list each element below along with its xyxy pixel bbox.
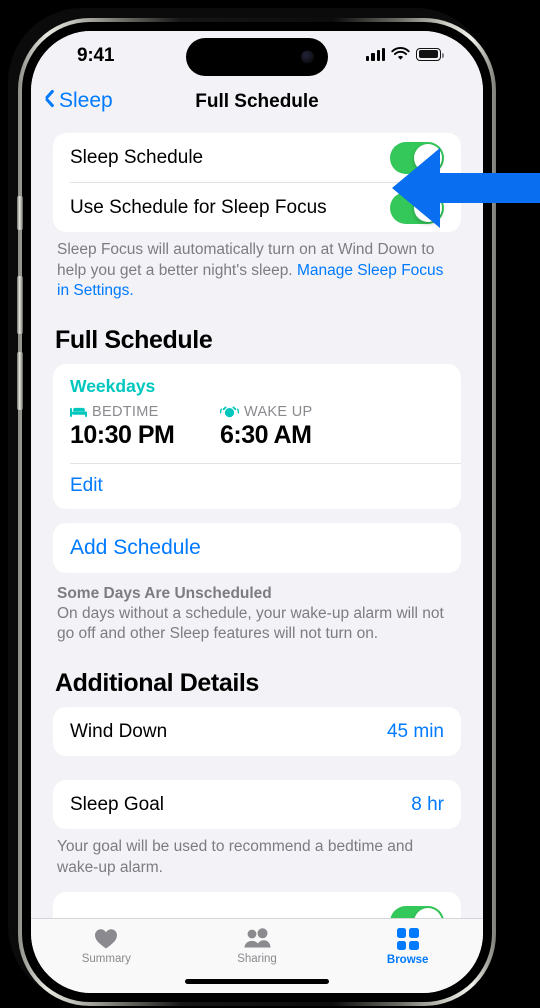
heart-icon [95, 929, 118, 949]
row-wind-down[interactable]: Wind Down 45 min [53, 707, 461, 756]
alarm-clock-icon [220, 406, 239, 418]
partially-visible-toggle[interactable] [390, 906, 444, 918]
status-bar-indicators [366, 47, 444, 61]
scroll-content[interactable]: Sleep Schedule Use Schedule for Sleep Fo… [31, 133, 483, 918]
tab-browse[interactable]: Browse [332, 928, 483, 966]
tab-summary-label: Summary [81, 953, 131, 965]
schedule-days-label: Weekdays [70, 375, 156, 396]
volume-up-button[interactable] [17, 276, 23, 334]
status-bar-time: 9:41 [77, 45, 115, 66]
row-use-schedule-for-sleep-focus[interactable]: Use Schedule for Sleep Focus [53, 183, 461, 232]
volume-down-button[interactable] [17, 352, 23, 410]
wakeup-label: WAKE UP [244, 403, 313, 420]
additional-details-section-title: Additional Details [55, 669, 259, 698]
wind-down-value: 45 min [386, 720, 444, 742]
phone-frame: 9:41 Sleep Full Schedule Sleep Schedule … [8, 8, 496, 1006]
sleep-goal-footnote: Your goal will be used to recommend a be… [57, 838, 414, 876]
battery-icon [416, 47, 444, 61]
weekdays-schedule-summary: Weekdays BEDTIME 10:30 PM WAKE UP 6:30 A… [53, 364, 461, 463]
phone-screen: 9:41 Sleep Full Schedule Sleep Schedule … [31, 31, 483, 993]
add-schedule-button[interactable]: Add Schedule [53, 523, 461, 573]
screenshot-root: 9:41 Sleep Full Schedule Sleep Schedule … [0, 0, 540, 1008]
tab-sharing-label: Sharing [237, 953, 277, 965]
wakeup-column: WAKE UP 6:30 AM [220, 404, 370, 450]
bed-icon [70, 408, 87, 418]
cellular-bars-icon [366, 47, 385, 61]
toggle-knob [414, 143, 442, 172]
sleep-focus-footnote: Sleep Focus will automatically turn on a… [57, 240, 457, 302]
wind-down-card: Wind Down 45 min [53, 707, 461, 757]
tab-summary[interactable]: Summary [31, 928, 182, 965]
row-sleep-goal[interactable]: Sleep Goal 8 hr [53, 780, 461, 829]
add-schedule-card: Add Schedule [53, 522, 461, 573]
sleep-schedule-label: Sleep Schedule [70, 146, 204, 168]
status-bar: 9:41 [31, 31, 483, 83]
home-indicator[interactable] [185, 979, 329, 984]
sleep-goal-card: Sleep Goal 8 hr [53, 780, 461, 830]
unscheduled-note-body: On days without a schedule, your wake-up… [57, 604, 444, 643]
tab-browse-label: Browse [386, 954, 429, 966]
edit-schedule-button[interactable]: Edit [53, 464, 461, 509]
full-schedule-section-title: Full Schedule [55, 325, 213, 354]
action-button[interactable] [17, 196, 23, 230]
wind-down-label: Wind Down [70, 720, 168, 742]
sleep-schedule-toggle[interactable] [390, 141, 444, 174]
wifi-icon [391, 47, 410, 60]
sleep-settings-card: Sleep Schedule Use Schedule for Sleep Fo… [53, 133, 461, 232]
tab-sharing[interactable]: Sharing [182, 928, 333, 965]
use-schedule-for-sleep-focus-toggle[interactable] [390, 191, 444, 224]
dynamic-island [186, 38, 328, 76]
front-camera-icon [301, 50, 314, 64]
unscheduled-note-title: Some Days Are Unscheduled [57, 584, 272, 602]
sleep-goal-label: Sleep Goal [70, 793, 165, 815]
use-schedule-for-sleep-focus-label: Use Schedule for Sleep Focus [70, 196, 327, 218]
bedtime-value: 10:30 PM [70, 420, 175, 449]
row-sleep-schedule[interactable]: Sleep Schedule [53, 133, 461, 182]
sleep-goal-value: 8 hr [411, 793, 444, 815]
toggle-knob [414, 908, 442, 918]
navigation-bar: Sleep Full Schedule [31, 83, 483, 133]
grid-icon [396, 928, 419, 950]
people-icon [244, 928, 271, 948]
toggle-knob [414, 193, 442, 222]
weekdays-schedule-card: Weekdays BEDTIME 10:30 PM WAKE UP 6:30 A… [53, 363, 461, 509]
bedtime-column: BEDTIME 10:30 PM [70, 404, 220, 450]
wakeup-value: 6:30 AM [220, 420, 312, 449]
partially-visible-card[interactable] [53, 892, 461, 918]
page-title: Full Schedule [195, 91, 319, 112]
bedtime-label: BEDTIME [92, 403, 159, 420]
